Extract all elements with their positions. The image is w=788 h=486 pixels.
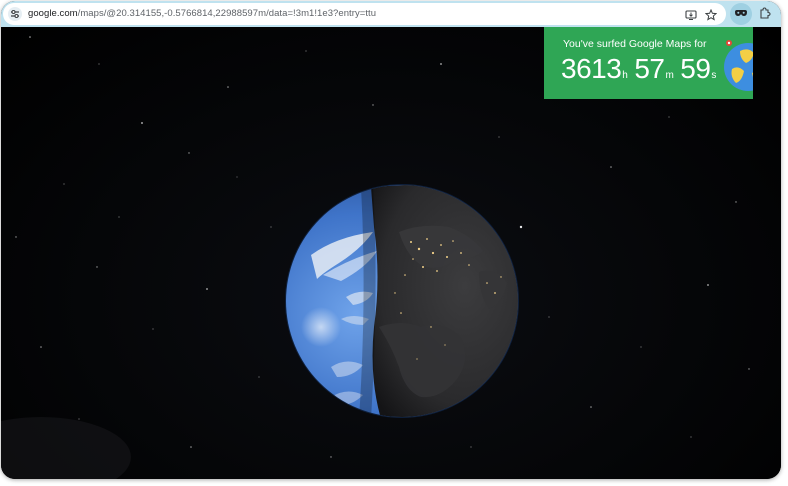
timer-hours: 3613 <box>561 53 622 84</box>
tune-icon[interactable] <box>8 7 22 21</box>
browser-toolbar: google.com/maps/@20.314155,-0.5766814,22… <box>1 1 781 27</box>
map-viewport[interactable]: You've surfed Google Maps for 3613h 57m … <box>1 27 781 479</box>
timer-minutes: 57 <box>634 53 665 84</box>
caption-brand: Google Maps <box>628 38 692 50</box>
extension-button[interactable] <box>730 3 752 25</box>
time-tracker-widget[interactable]: You've surfed Google Maps for 3613h 57m … <box>544 27 753 99</box>
timer-seconds-unit: s <box>711 70 717 81</box>
url-host: google.com <box>28 8 78 19</box>
install-app-icon[interactable] <box>685 8 697 21</box>
timer-minutes-unit: m <box>665 70 674 81</box>
widget-caption: You've surfed Google Maps for <box>563 38 706 50</box>
timer-seconds: 59 <box>680 53 711 84</box>
elapsed-timer: 3613h 57m 59s <box>561 52 718 86</box>
globe-icon <box>724 40 753 91</box>
url-path: /maps/@20.314155,-0.5766814,22988597m/da… <box>77 8 377 19</box>
browser-window: google.com/maps/@20.314155,-0.5766814,22… <box>1 1 781 479</box>
url-text[interactable]: google.com/maps/@20.314155,-0.5766814,22… <box>28 8 376 20</box>
puzzle-icon[interactable] <box>758 6 772 20</box>
star-icon[interactable] <box>704 8 718 21</box>
caption-suffix: for <box>691 38 707 50</box>
address-bar[interactable]: google.com/maps/@20.314155,-0.5766814,22… <box>3 3 726 25</box>
timer-hours-unit: h <box>622 70 628 81</box>
caption-prefix: You've surfed <box>563 38 629 50</box>
